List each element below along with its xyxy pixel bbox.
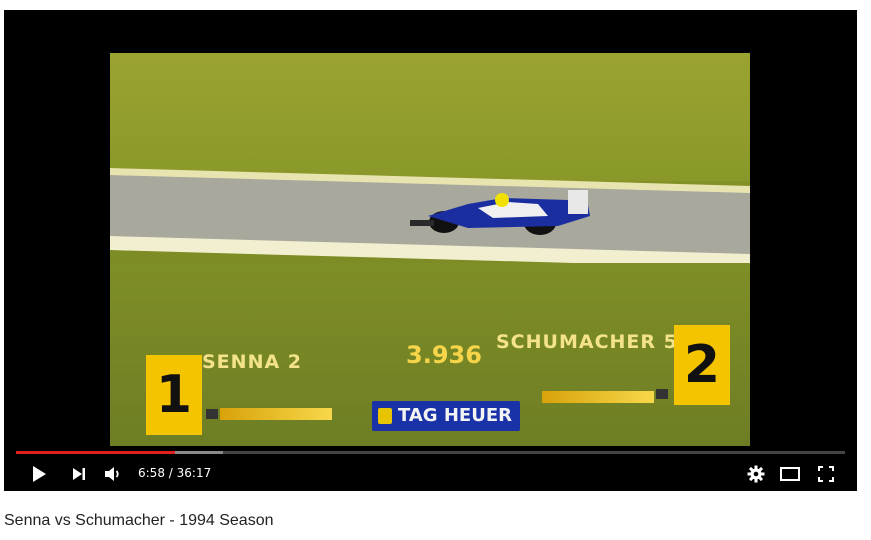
- driver-name-left: SENNA 2: [202, 351, 303, 373]
- gap-bar-marker: [656, 389, 668, 399]
- progress-played: [16, 451, 176, 454]
- play-icon: [33, 465, 46, 482]
- time-display: 6:58 / 36:17: [138, 456, 211, 491]
- player-controls: 6:58 / 36:17: [4, 456, 857, 491]
- time-gap: 3.936: [406, 341, 482, 369]
- video-player[interactable]: 1 SENNA 2 3.936 SCHUMACHER 5 2 TAG HEUER: [4, 10, 857, 491]
- gap-bar-marker: [206, 409, 218, 419]
- fullscreen-icon: [818, 465, 834, 482]
- volume-button[interactable]: [100, 456, 126, 491]
- play-button[interactable]: [26, 456, 52, 491]
- sponsor-logo-icon: [378, 408, 392, 424]
- gear-icon: [747, 465, 765, 482]
- gap-bar-right: [542, 391, 654, 403]
- position-box-right: 2: [674, 325, 730, 405]
- fullscreen-button[interactable]: [814, 456, 838, 491]
- driver-name-right: SCHUMACHER 5: [496, 331, 678, 353]
- theater-mode-button[interactable]: [778, 456, 802, 491]
- current-time: 6:58: [138, 466, 165, 480]
- progress-bar[interactable]: [16, 451, 845, 454]
- race-car-image: [410, 190, 590, 235]
- gap-bar-left: [220, 408, 332, 420]
- position-box-left: 1: [146, 355, 202, 435]
- video-frame[interactable]: 1 SENNA 2 3.936 SCHUMACHER 5 2 TAG HEUER: [110, 53, 750, 446]
- next-button[interactable]: [66, 456, 92, 491]
- sponsor-badge: TAG HEUER: [372, 401, 520, 431]
- time-separator: /: [168, 466, 173, 480]
- grass-background: [110, 53, 750, 181]
- next-icon: [73, 467, 85, 480]
- settings-button[interactable]: [744, 456, 768, 491]
- volume-icon: [105, 466, 119, 481]
- sponsor-label: TAG HEUER: [398, 405, 512, 426]
- video-title[interactable]: Senna vs Schumacher - 1994 Season: [4, 512, 274, 530]
- theater-mode-icon: [780, 466, 800, 481]
- total-time: 36:17: [176, 466, 212, 480]
